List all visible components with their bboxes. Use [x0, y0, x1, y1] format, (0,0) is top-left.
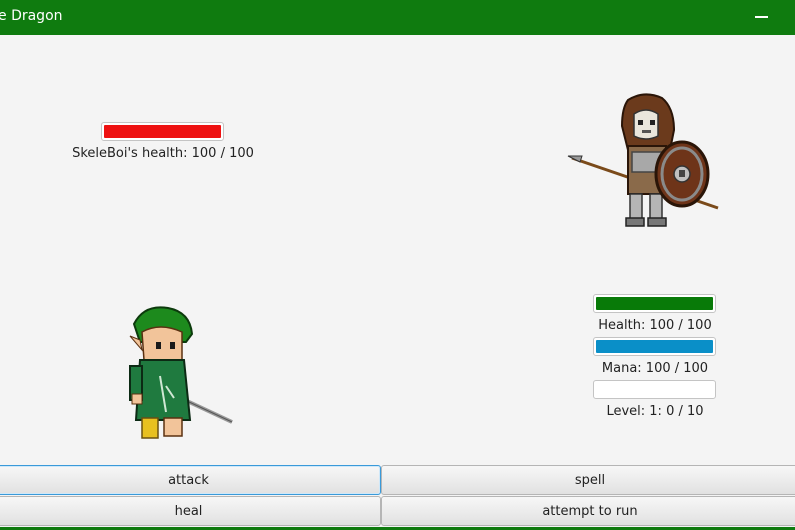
- player-health-bar: [593, 294, 716, 313]
- attack-button[interactable]: attack: [0, 465, 381, 495]
- minimize-button[interactable]: [748, 0, 776, 35]
- player-level-bar: [593, 380, 716, 399]
- action-panel: attack spell heal attempt to run: [0, 465, 795, 530]
- green-haired-hero-sprite: [129, 306, 233, 439]
- player-mana-bar: [593, 337, 716, 356]
- skeleton-spearman-sprite: [567, 93, 719, 227]
- player-mana-label: Mana: 100 / 100: [601, 361, 709, 376]
- minimize-icon: [755, 16, 768, 18]
- enemy-health-label: SkeleBoi's health: 100 / 100: [72, 146, 254, 161]
- player-level-label: Level: 1: 0 / 10: [606, 404, 704, 419]
- heal-button[interactable]: heal: [0, 496, 381, 526]
- spell-button[interactable]: spell: [381, 465, 795, 495]
- title-bar: e Dragon: [0, 0, 795, 35]
- window-title: e Dragon: [0, 8, 63, 24]
- enemy-health-bar: [101, 122, 224, 141]
- player-health-label: Health: 100 / 100: [598, 318, 712, 333]
- attempt-to-run-button[interactable]: attempt to run: [381, 496, 795, 526]
- player-health-fill: [596, 297, 713, 310]
- enemy-health-fill: [104, 125, 221, 138]
- player-mana-fill: [596, 340, 713, 353]
- game-window: e Dragon SkeleBoi's health: 100 / 100 He…: [0, 0, 795, 530]
